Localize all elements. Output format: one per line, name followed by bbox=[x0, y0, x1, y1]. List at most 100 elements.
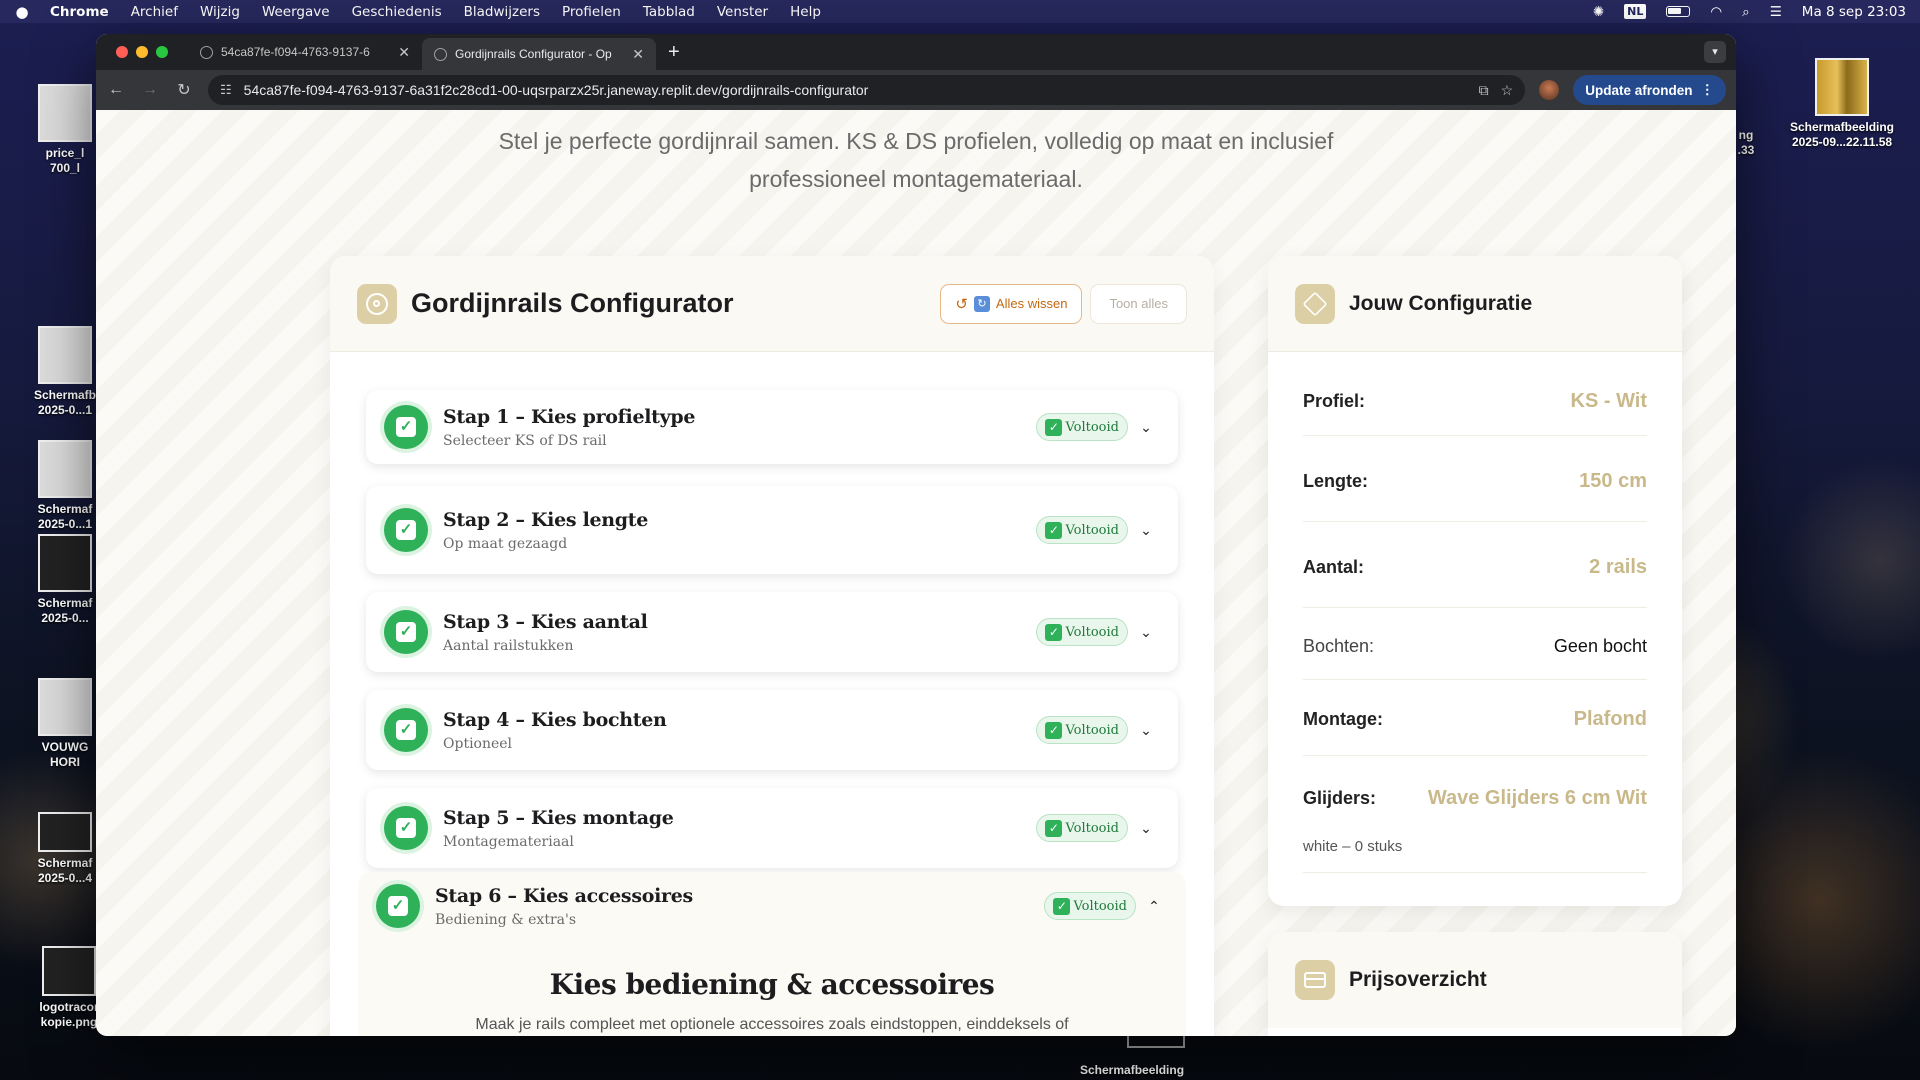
profile-avatar[interactable] bbox=[1539, 80, 1560, 100]
wifi-icon[interactable]: ◠ bbox=[1710, 4, 1722, 20]
menu-venster[interactable]: Venster bbox=[717, 4, 768, 20]
update-chrome-button[interactable]: Update afronden ⋮ bbox=[1573, 75, 1726, 105]
desktop-file-label[interactable]: Schermafbeelding bbox=[1080, 1063, 1184, 1077]
menu-archief[interactable]: Archief bbox=[131, 4, 178, 20]
status-badge: ✓ Voltooid bbox=[1036, 516, 1128, 544]
minimize-window-button[interactable] bbox=[136, 46, 148, 58]
close-tab-icon[interactable]: ✕ bbox=[632, 46, 644, 63]
desktop-file-label: Schermafb 2025-0...1 bbox=[33, 388, 97, 417]
menu-bladwijzers[interactable]: Bladwijzers bbox=[464, 4, 540, 20]
spotlight-search-icon[interactable]: ⌕ bbox=[1742, 4, 1750, 20]
site-info-icon[interactable]: ☷ bbox=[220, 82, 232, 98]
close-tab-icon[interactable]: ✕ bbox=[398, 44, 410, 61]
forward-arrow-icon[interactable]: → bbox=[140, 81, 160, 99]
desktop-file-label: Schermaf 2025-0...1 bbox=[37, 502, 93, 531]
status-badge: ✓ Voltooid bbox=[1036, 716, 1128, 744]
translate-icon[interactable]: ⧉ bbox=[1479, 82, 1489, 99]
url-text[interactable]: 54ca87fe-f094-4763-9137-6a31f2c28cd1-00-… bbox=[244, 82, 1467, 98]
status-badge: ✓ Voltooid bbox=[1036, 814, 1128, 842]
summary-value: Wave Glijders 6 cm Wit bbox=[1427, 786, 1647, 809]
menu-help[interactable]: Help bbox=[790, 4, 821, 20]
status-label: Voltooid bbox=[1065, 419, 1119, 435]
checkmark-icon: ✓ bbox=[1045, 819, 1063, 837]
menu-weergave[interactable]: Weergave bbox=[262, 4, 330, 20]
reload-icon[interactable]: ↻ bbox=[174, 80, 194, 100]
status-label: Voltooid bbox=[1073, 898, 1127, 914]
checkmark-icon: ✓ bbox=[1053, 897, 1071, 915]
step-text: Stap 2 – Kies lengte Op maat gezaagd bbox=[443, 509, 1036, 552]
show-all-button[interactable]: Toon alles bbox=[1090, 283, 1187, 324]
chevron-down-icon[interactable]: ⌄ bbox=[1132, 820, 1160, 837]
new-tab-button[interactable]: + bbox=[656, 41, 692, 64]
menu-geschiedenis[interactable]: Geschiedenis bbox=[352, 4, 442, 20]
file-thumbnail bbox=[38, 440, 92, 498]
bookmark-star-icon[interactable]: ☆ bbox=[1501, 82, 1514, 99]
tab-strip: 54ca87fe-f094-4763-9137-6 ✕ Gordijnrails… bbox=[96, 34, 1736, 70]
menu-wijzig[interactable]: Wijzig bbox=[200, 4, 240, 20]
step-2-header[interactable]: ✓ Stap 2 – Kies lengte Op maat gezaagd ✓… bbox=[366, 486, 1178, 574]
file-thumbnail bbox=[38, 84, 92, 142]
desktop-file-label: Schermaf 2025-0... bbox=[37, 596, 93, 625]
status-label: Voltooid bbox=[1065, 522, 1119, 538]
menubar-status-area: ✺ NL ◠ ⌕ ☰ Ma 8 sep 23:03 bbox=[1593, 4, 1906, 20]
step-1-header[interactable]: ✓ Stap 1 – Kies profieltype Selecteer KS… bbox=[366, 390, 1178, 464]
tab-title: Gordijnrails Configurator - Op bbox=[455, 47, 612, 61]
chevron-down-icon[interactable]: ⌄ bbox=[1132, 419, 1160, 436]
desktop-file-icon[interactable]: Schermafbeelding 2025-09...22.11.58 bbox=[1772, 58, 1912, 150]
chatgpt-icon[interactable]: ✺ bbox=[1593, 4, 1604, 20]
price-overview-card: Prijsoverzicht bbox=[1268, 932, 1682, 1036]
step-text: Stap 6 – Kies accessoires Bediening & ex… bbox=[435, 885, 1044, 928]
file-thumbnail bbox=[1127, 1036, 1185, 1048]
step-6-header[interactable]: ✓ Stap 6 – Kies accessoires Bediening & … bbox=[358, 872, 1186, 928]
back-arrow-icon[interactable]: ← bbox=[106, 81, 126, 99]
file-thumbnail bbox=[38, 326, 92, 384]
menu-tabblad[interactable]: Tabblad bbox=[643, 4, 695, 20]
desktop-file-label: Schermaf 2025-0...4 bbox=[37, 856, 93, 885]
step-5-header[interactable]: ✓ Stap 5 – Kies montage Montagemateriaal… bbox=[366, 788, 1178, 868]
control-center-icon[interactable]: ☰ bbox=[1770, 4, 1782, 20]
zoom-window-button[interactable] bbox=[156, 46, 168, 58]
step-complete-icon: ✓ bbox=[376, 884, 420, 928]
close-window-button[interactable] bbox=[116, 46, 128, 58]
summary-row-gliders: Glijders: Wave Glijders 6 cm Wit bbox=[1303, 766, 1647, 830]
refresh-emoji-icon: ↻ bbox=[973, 295, 990, 312]
step-complete-icon: ✓ bbox=[384, 708, 428, 752]
checkmark-icon: ✓ bbox=[1045, 623, 1063, 641]
checkmark-icon: ✓ bbox=[1045, 521, 1063, 539]
menu-app-chrome[interactable]: Chrome bbox=[50, 4, 109, 20]
menubar-clock[interactable]: Ma 8 sep 23:03 bbox=[1802, 4, 1906, 20]
summary-row-quantity: Aantal: 2 rails bbox=[1303, 528, 1647, 608]
summary-label: Montage: bbox=[1303, 709, 1383, 729]
summary-value: 2 rails bbox=[1589, 556, 1647, 578]
glider-detail: white – 0 stuks bbox=[1303, 838, 1403, 855]
macos-menubar: ● Chrome Archief Wijzig Weergave Geschie… bbox=[0, 0, 1920, 23]
apple-menu-icon[interactable]: ● bbox=[14, 3, 30, 21]
tab-search-chevron-icon[interactable]: ▾ bbox=[1704, 41, 1726, 63]
file-thumbnail bbox=[1815, 58, 1869, 116]
step-subtitle: Bediening & extra's bbox=[435, 911, 577, 928]
step-4-header[interactable]: ✓ Stap 4 – Kies bochten Optioneel ✓ Volto… bbox=[366, 690, 1178, 770]
step-3-header[interactable]: ✓ Stap 3 – Kies aantal Aantal railstukke… bbox=[366, 592, 1178, 672]
battery-icon[interactable] bbox=[1666, 6, 1691, 17]
step-text: Stap 1 – Kies profieltype Selecteer KS o… bbox=[443, 406, 1036, 449]
chevron-down-icon[interactable]: ⌄ bbox=[1132, 722, 1160, 739]
step-complete-icon: ✓ bbox=[384, 610, 428, 654]
desktop-file-label: price_l 700_l bbox=[45, 146, 85, 175]
browser-tab[interactable]: 54ca87fe-f094-4763-9137-6 ✕ bbox=[188, 34, 422, 70]
address-bar[interactable]: ☷ 54ca87fe-f094-4763-9137-6a31f2c28cd1-0… bbox=[208, 75, 1526, 105]
step-title: Stap 4 – Kies bochten bbox=[443, 708, 667, 731]
summary-title: Jouw Configuratie bbox=[1349, 291, 1533, 315]
globe-icon bbox=[434, 47, 447, 61]
summary-label: Lengte: bbox=[1303, 471, 1368, 491]
input-language-badge[interactable]: NL bbox=[1624, 4, 1647, 19]
chevron-down-icon[interactable]: ⌄ bbox=[1132, 624, 1160, 641]
file-thumbnail bbox=[38, 534, 92, 592]
browser-tab-active[interactable]: Gordijnrails Configurator - Op ✕ bbox=[422, 38, 656, 70]
status-badge: ✓ Voltooid bbox=[1044, 892, 1136, 920]
accessories-heading: Kies bediening & accessoires bbox=[549, 968, 995, 1001]
desktop-file-label: logotracor kopie.png bbox=[39, 1000, 99, 1029]
clear-all-button[interactable]: ↺ ↻ Alles wissen bbox=[940, 283, 1083, 324]
menu-profielen[interactable]: Profielen bbox=[562, 4, 621, 20]
chevron-down-icon[interactable]: ⌄ bbox=[1132, 522, 1160, 539]
chevron-up-icon[interactable]: ⌃ bbox=[1140, 898, 1168, 915]
